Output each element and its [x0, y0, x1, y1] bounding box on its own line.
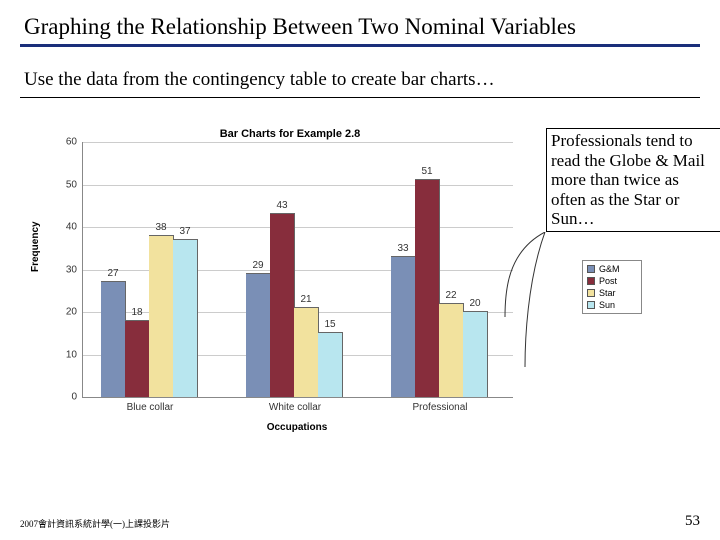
bar-value-label: 29	[246, 260, 270, 271]
page-subtitle: Use the data from the contingency table …	[20, 69, 700, 98]
legend-item: Star	[587, 287, 637, 299]
bar-value-label: 38	[149, 222, 173, 233]
bar-value-label: 18	[125, 307, 149, 318]
gridline	[83, 142, 513, 143]
bar-value-label: 51	[415, 166, 439, 177]
chart-legend: G&MPostStarSun	[582, 260, 642, 314]
y-tick-label: 60	[66, 137, 83, 148]
y-tick-label: 0	[71, 392, 83, 403]
category-label: White collar	[235, 402, 355, 413]
legend-swatch	[587, 265, 595, 273]
legend-item: Post	[587, 275, 637, 287]
bar: 37	[173, 239, 198, 397]
bar: 20	[463, 311, 488, 397]
bar: 38	[149, 235, 174, 398]
bar-value-label: 22	[439, 290, 463, 301]
legend-item: G&M	[587, 263, 637, 275]
bar: 33	[391, 256, 416, 397]
y-axis-label: Frequency	[30, 221, 41, 272]
legend-label: Star	[599, 287, 616, 299]
bar-value-label: 43	[270, 200, 294, 211]
bar: 22	[439, 303, 464, 398]
legend-swatch	[587, 301, 595, 309]
legend-label: G&M	[599, 263, 620, 275]
legend-item: Sun	[587, 299, 637, 311]
annotation-note: Professionals tend to read the Globe & M…	[546, 128, 720, 232]
legend-swatch	[587, 289, 595, 297]
bar-value-label: 27	[101, 268, 125, 279]
bar: 15	[318, 332, 343, 397]
bar-value-label: 15	[318, 319, 342, 330]
bar: 27	[101, 281, 126, 397]
page-title: Graphing the Relationship Between Two No…	[20, 14, 700, 47]
category-label: Blue collar	[90, 402, 210, 413]
bar: 21	[294, 307, 319, 397]
y-tick-label: 40	[66, 222, 83, 233]
plot-area: 0102030405060271838372943211533512220	[82, 142, 513, 398]
bar-value-label: 37	[173, 226, 197, 237]
chart-title: Bar Charts for Example 2.8	[60, 128, 520, 140]
legend-label: Post	[599, 275, 617, 287]
footer-text: 2007會計資訊系統計學(一)上課投影片	[20, 517, 170, 530]
y-tick-label: 50	[66, 179, 83, 190]
bar: 18	[125, 320, 150, 398]
bar: 43	[270, 213, 295, 397]
gridline	[83, 270, 513, 271]
x-axis-label: Occupations	[82, 422, 512, 433]
gridline	[83, 185, 513, 186]
bar: 51	[415, 179, 440, 397]
plot-wrapper: Frequency 010203040506027183837294321153…	[40, 142, 530, 422]
bar-value-label: 20	[463, 298, 487, 309]
bar-value-label: 33	[391, 243, 415, 254]
y-tick-label: 10	[66, 349, 83, 360]
legend-label: Sun	[599, 299, 615, 311]
y-tick-label: 30	[66, 264, 83, 275]
category-label: Professional	[380, 402, 500, 413]
bar: 29	[246, 273, 271, 397]
bar-value-label: 21	[294, 294, 318, 305]
page-number: 53	[685, 513, 700, 530]
y-tick-label: 20	[66, 307, 83, 318]
legend-swatch	[587, 277, 595, 285]
gridline	[83, 227, 513, 228]
